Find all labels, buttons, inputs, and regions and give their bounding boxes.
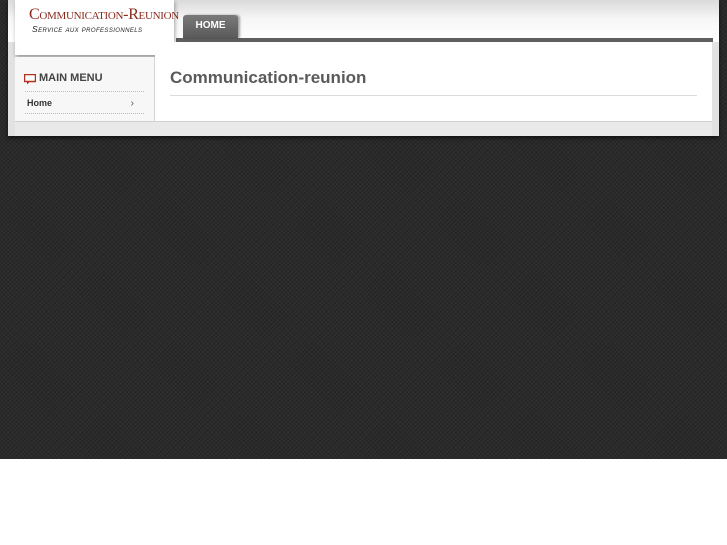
speech-bubble-icon — [24, 74, 36, 85]
page-title: Communication-reunion — [170, 68, 367, 87]
menu-divider — [25, 91, 144, 92]
nav-tab-home[interactable]: HOME — [183, 15, 238, 38]
main-content: Communication-reunion — [155, 42, 712, 121]
title-divider — [170, 95, 697, 96]
logo-subtitle: Service aux professionnels — [32, 24, 143, 34]
sidebar-item-home[interactable]: Home › — [25, 95, 144, 114]
chevron-right-icon: › — [130, 98, 134, 109]
content-footer-strip — [15, 121, 712, 136]
sidebar: MAIN MENU Home › — [15, 57, 155, 121]
site-logo[interactable]: Communication-Reunion Service aux profes… — [15, 0, 179, 55]
sidebar-item-label: Home — [27, 98, 53, 108]
logo-title: Communication-Reunion — [29, 6, 179, 23]
main-menu-heading: MAIN MENU — [39, 72, 103, 84]
